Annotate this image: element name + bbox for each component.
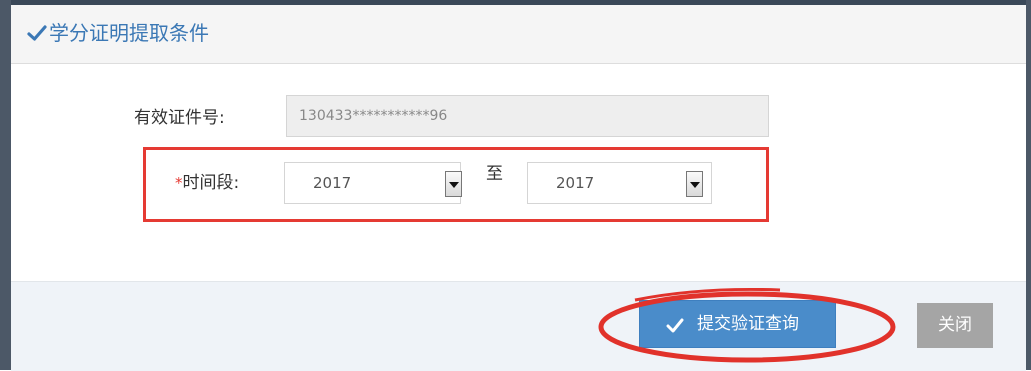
dialog-header: 学分证明提取条件 bbox=[11, 5, 1026, 64]
window-frame-left bbox=[0, 0, 11, 370]
dialog-footer bbox=[11, 281, 1026, 371]
window-frame-right bbox=[1026, 0, 1031, 370]
dialog-title: 学分证明提取条件 bbox=[49, 21, 209, 45]
dropdown-arrow-icon[interactable] bbox=[445, 171, 462, 197]
period-to-select[interactable]: 2017 bbox=[527, 162, 712, 204]
period-to-value: 2017 bbox=[556, 174, 595, 192]
period-label: *时间段: bbox=[175, 172, 239, 194]
check-icon bbox=[27, 25, 47, 41]
close-button[interactable]: 关闭 bbox=[917, 303, 993, 348]
dropdown-arrow-icon[interactable] bbox=[686, 171, 703, 197]
submit-query-button[interactable]: 提交验证查询 bbox=[639, 300, 836, 348]
period-from-select[interactable]: 2017 bbox=[284, 162, 462, 204]
submit-query-label: 提交验证查询 bbox=[697, 314, 799, 334]
period-from-value: 2017 bbox=[313, 174, 352, 192]
required-mark: * bbox=[175, 174, 183, 192]
id-number-label: 有效证件号: bbox=[134, 108, 225, 128]
period-label-text: 时间段: bbox=[182, 173, 240, 193]
period-to-label: 至 bbox=[486, 164, 503, 184]
id-number-field: 130433***********96 bbox=[286, 95, 769, 137]
check-icon bbox=[666, 318, 684, 333]
